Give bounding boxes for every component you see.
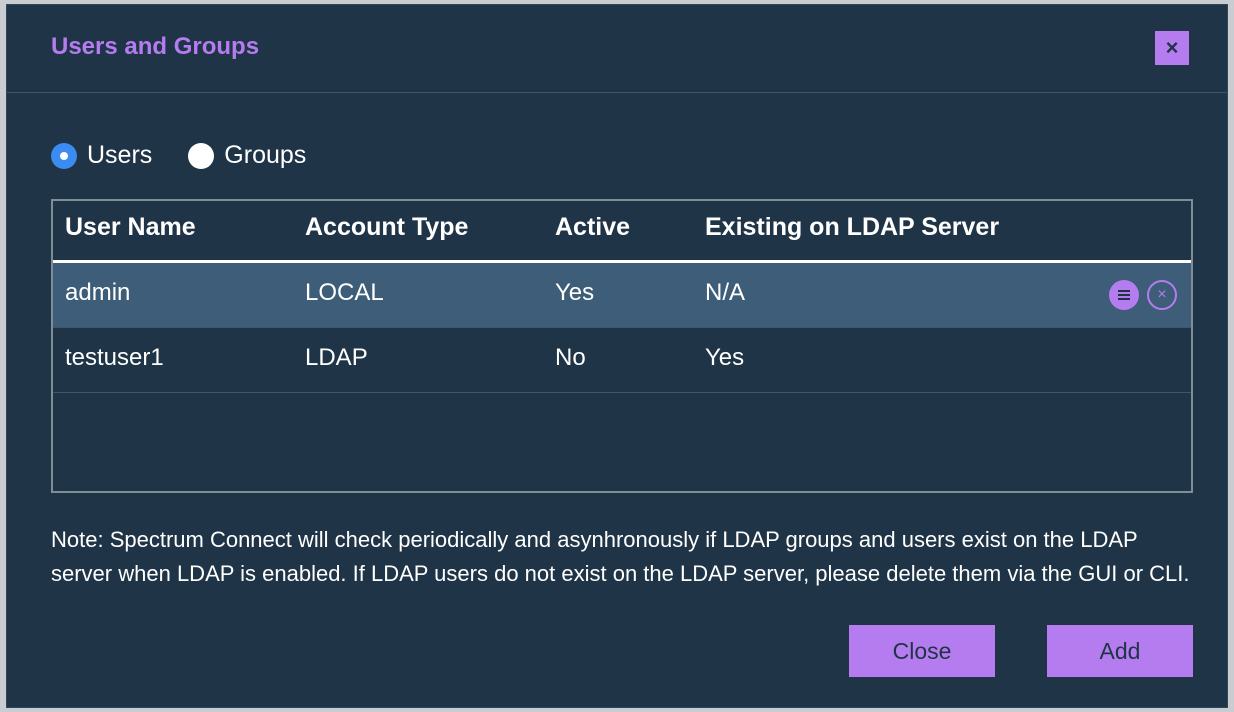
cell-active: Yes xyxy=(555,279,595,306)
radio-unselected-icon xyxy=(188,142,215,169)
table-header: User Name Account Type Active Existing o… xyxy=(53,201,1191,263)
cell-existing-on-ldap: N/A xyxy=(705,279,746,306)
users-and-groups-dialog: Users and Groups × Users Groups User Nam… xyxy=(6,4,1228,708)
cell-active: No xyxy=(555,344,586,371)
close-icon[interactable]: × xyxy=(1155,31,1189,65)
groups-radio-label: Groups xyxy=(224,141,307,169)
table-row[interactable]: testuser1 LDAP No Yes xyxy=(53,328,1191,393)
users-radio[interactable]: Users xyxy=(51,141,152,170)
dialog-header: Users and Groups × xyxy=(7,5,1227,93)
column-header-user-name[interactable]: User Name xyxy=(65,213,196,242)
menu-icon[interactable] xyxy=(1109,280,1139,310)
column-header-existing-on-ldap[interactable]: Existing on LDAP Server xyxy=(705,213,999,242)
radio-selected-icon xyxy=(51,142,77,169)
table-row[interactable]: admin LOCAL Yes N/A × xyxy=(53,263,1191,328)
cell-user-name: testuser1 xyxy=(65,344,164,371)
cell-account-type: LOCAL xyxy=(305,279,384,306)
view-toggle: Users Groups xyxy=(51,141,342,170)
cell-user-name: admin xyxy=(65,279,131,306)
add-button[interactable]: Add xyxy=(1047,625,1193,677)
ldap-note: Note: Spectrum Connect will check period… xyxy=(51,527,1190,586)
users-table: User Name Account Type Active Existing o… xyxy=(51,199,1193,493)
cell-existing-on-ldap: Yes xyxy=(705,344,745,371)
row-actions: × xyxy=(1101,280,1177,310)
delete-icon[interactable]: × xyxy=(1147,280,1177,310)
close-button[interactable]: Close xyxy=(849,625,995,677)
column-header-active[interactable]: Active xyxy=(555,213,630,242)
cell-account-type: LDAP xyxy=(305,344,368,371)
dialog-title: Users and Groups xyxy=(51,33,260,60)
groups-radio[interactable]: Groups xyxy=(188,141,306,170)
users-radio-label: Users xyxy=(87,141,153,169)
column-header-account-type[interactable]: Account Type xyxy=(305,213,468,242)
